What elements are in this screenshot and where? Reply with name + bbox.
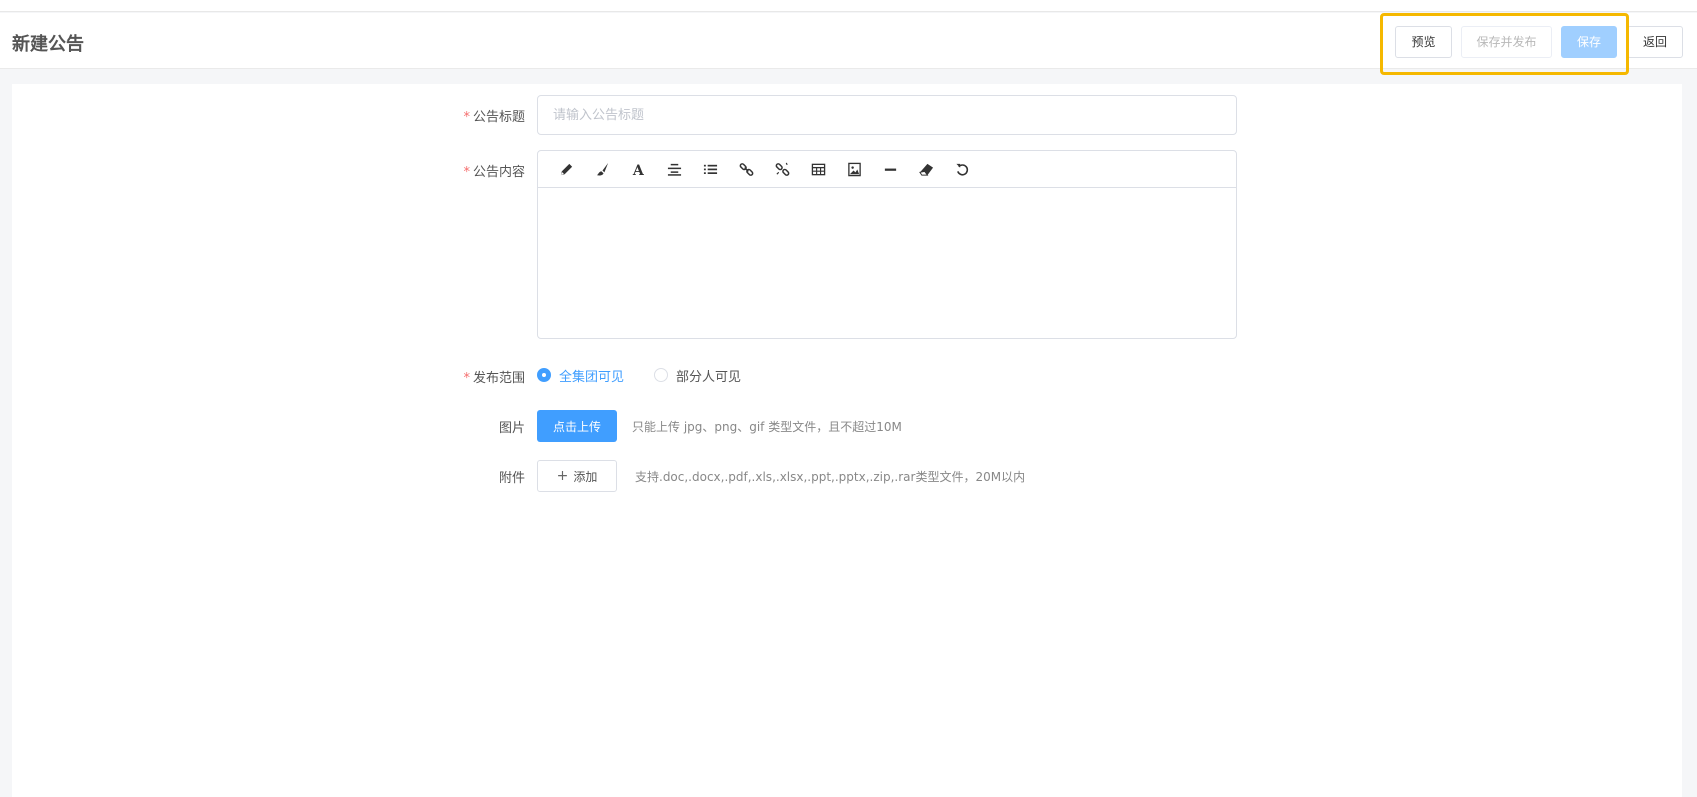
plus-icon: + xyxy=(556,468,569,484)
list-icon[interactable] xyxy=(692,157,728,181)
title-label: * 公告标题 xyxy=(463,110,525,125)
scope-option-partial[interactable]: 部分人可见 xyxy=(654,366,741,385)
image-label: 图片 xyxy=(498,421,525,436)
title-input[interactable] xyxy=(537,95,1237,135)
font-icon[interactable]: A xyxy=(620,157,656,181)
required-mark: * xyxy=(463,110,470,125)
page-header: 新建公告 预览 保存并发布 保存 返回 xyxy=(0,13,1697,69)
required-mark: * xyxy=(463,371,470,386)
attachment-add-button[interactable]: + 添加 xyxy=(537,460,617,492)
content-label: * 公告内容 xyxy=(463,165,525,180)
rich-text-editor: A xyxy=(537,150,1237,339)
link-icon[interactable] xyxy=(728,157,764,181)
align-center-icon[interactable] xyxy=(656,157,692,181)
scope-label: * 发布范围 xyxy=(463,371,525,386)
unlink-icon[interactable] xyxy=(764,157,800,181)
scope-option-partial-label: 部分人可见 xyxy=(676,369,742,385)
attachment-label: 附件 xyxy=(498,471,525,486)
required-mark: * xyxy=(463,165,470,180)
image-hint: 只能上传 jpg、png、gif 类型文件，且不超过10M xyxy=(632,420,902,434)
radio-checked-icon[interactable] xyxy=(537,368,551,382)
eraser-icon[interactable] xyxy=(908,157,944,181)
scope-radio-group: 全集团可见 部分人可见 xyxy=(537,365,771,385)
pencil-icon[interactable] xyxy=(548,157,584,181)
undo-icon[interactable] xyxy=(944,157,980,181)
attachment-add-label: 添加 xyxy=(573,469,598,484)
top-strip xyxy=(0,0,1697,12)
image-icon[interactable] xyxy=(836,157,872,181)
horizontal-rule-icon[interactable] xyxy=(872,157,908,181)
image-upload-button[interactable]: 点击上传 xyxy=(537,410,617,442)
editor-content-area[interactable] xyxy=(538,188,1236,338)
page-title: 新建公告 xyxy=(12,34,84,55)
save-and-publish-button[interactable]: 保存并发布 xyxy=(1461,26,1552,58)
radio-unchecked-icon[interactable] xyxy=(654,368,669,382)
attachment-hint: 支持.doc,.docx,.pdf,.xls,.xlsx,.ppt,.pptx,… xyxy=(635,470,1026,484)
editor-toolbar: A xyxy=(538,151,1236,188)
svg-text:A: A xyxy=(631,163,644,177)
preview-button[interactable]: 预览 xyxy=(1395,26,1452,58)
save-button[interactable]: 保存 xyxy=(1561,26,1617,58)
scope-option-all-label: 全集团可见 xyxy=(559,369,625,385)
back-button[interactable]: 返回 xyxy=(1627,26,1683,58)
table-icon[interactable] xyxy=(800,157,836,181)
brush-icon[interactable] xyxy=(584,157,620,181)
scope-option-all[interactable]: 全集团可见 xyxy=(537,366,624,385)
